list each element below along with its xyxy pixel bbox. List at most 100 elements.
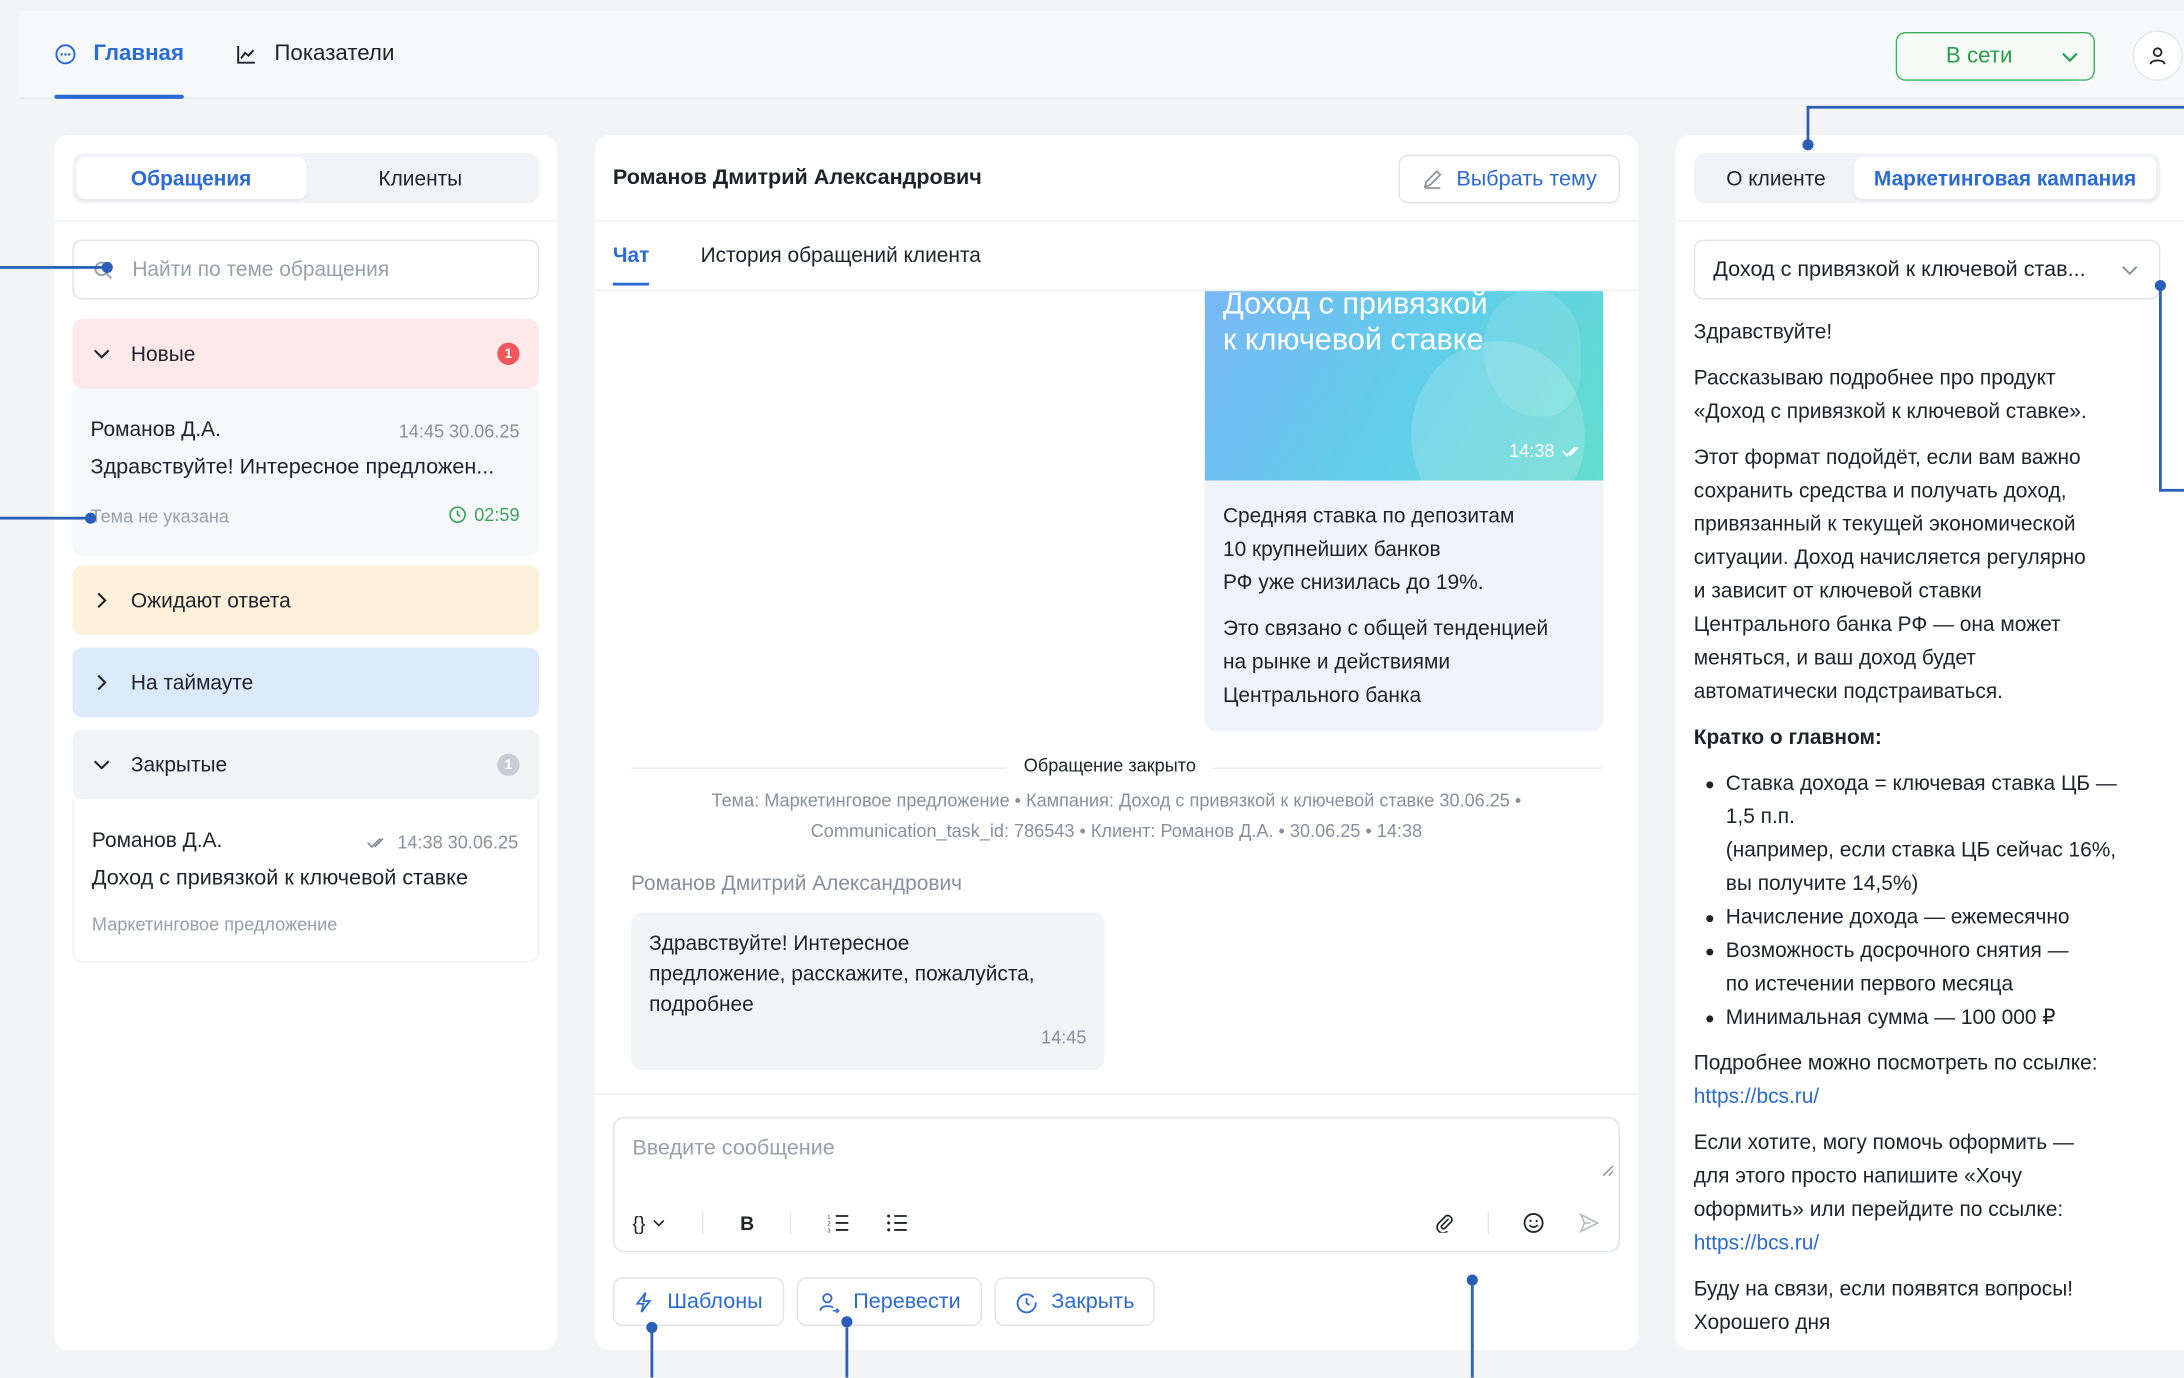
chat-messages[interactable]: Доход с привязкой к ключевой ставке 14:3… — [595, 291, 1638, 1085]
annotation-line — [0, 266, 109, 269]
choose-topic-button[interactable]: Выбрать тему — [1398, 154, 1620, 204]
user-profile-button[interactable] — [2132, 30, 2183, 81]
text-line: Центрального банка РФ — она может — [1693, 612, 2061, 637]
group-new[interactable]: Новые 1 — [72, 318, 540, 389]
user-transfer-icon — [818, 1292, 840, 1313]
response-timer: 02:59 — [449, 504, 520, 525]
variables-button[interactable]: {} — [632, 1212, 666, 1234]
bold-button[interactable]: B — [740, 1212, 754, 1234]
tab-client-history[interactable]: История обращений клиента — [701, 244, 981, 268]
tab-requests[interactable]: Обращения — [76, 157, 306, 200]
request-topic: Маркетинговое предложение — [91, 913, 338, 935]
app-stage: Главная Показатели В сети Обращения Клие… — [0, 0, 2184, 1378]
templates-button[interactable]: Шаблоны — [612, 1277, 784, 1327]
tab-clients[interactable]: Клиенты — [306, 157, 535, 199]
client-info-tabs: О клиенте Маркетинговая кампания — [1693, 153, 2161, 204]
tab-marketing-campaign[interactable]: Маркетинговая кампания — [1853, 157, 2157, 200]
send-icon[interactable] — [1578, 1212, 1600, 1234]
nav-tab-metrics-label: Показатели — [274, 41, 395, 66]
text-line: Этот формат подойдёт, если вам важно — [1693, 445, 2081, 470]
client-message-bubble: Здравствуйте! Интересное предложение, ра… — [630, 912, 1105, 1070]
text-line: по истечении первого месяца — [1725, 972, 2014, 996]
group-waiting-label: Ожидают ответа — [130, 588, 291, 613]
annotation-line — [0, 516, 92, 520]
promo-title: Доход с привязкой к ключевой ставке — [1223, 291, 1488, 358]
group-waiting[interactable]: Ожидают ответа — [72, 565, 540, 636]
client-name: Романов Д.А. — [90, 417, 221, 442]
list-item: Минимальная сумма — 100 000 ₽ — [1694, 1001, 2168, 1034]
script-summary-title: Кратко о главном: — [1694, 722, 2168, 755]
product-link[interactable]: https://bcs.ru/ — [1694, 1231, 1819, 1255]
tab-chat[interactable]: Чат — [612, 244, 650, 286]
request-card-new[interactable]: Романов Д.А. 14:45 30.06.25 Здравствуйте… — [72, 388, 540, 556]
promo-message-text: Средняя ставка по депозитам 10 крупнейши… — [1204, 480, 1604, 732]
lightning-icon — [635, 1291, 652, 1312]
message-composer[interactable]: Введите сообщение {} B 123 — [612, 1117, 1620, 1253]
request-time: 14:45 30.06.25 — [398, 420, 520, 442]
annotation-line — [1470, 1281, 1474, 1378]
campaign-script-text: Здравствуйте! Рассказываю подробнее про … — [1694, 316, 2168, 1352]
search-input[interactable]: Найти по теме обращения — [72, 239, 540, 300]
script-intro: Рассказываю подробнее про продукт «Доход… — [1694, 362, 2168, 429]
annotation-dot — [841, 1316, 853, 1328]
request-time: 14:38 30.06.25 — [367, 832, 518, 852]
list-item: Возможность досрочного снятия — по истеч… — [1694, 935, 2168, 1002]
divider — [54, 220, 558, 222]
text-line: Средняя ставка по депозитам — [1222, 504, 1515, 528]
campaign-select[interactable]: Доход с привязкой к ключевой став... — [1693, 239, 2161, 300]
divider — [594, 220, 1639, 222]
numbered-list-icon[interactable]: 123 — [828, 1213, 850, 1233]
transfer-button[interactable]: Перевести — [796, 1277, 982, 1327]
toolbar-separator — [702, 1211, 704, 1235]
text-line: Буду на связи, если появятся вопросы! — [1693, 1277, 2074, 1301]
text-line: меняться, и ваш доход будет — [1693, 646, 1976, 670]
list-item: Ставка дохода = ключевая ставка ЦБ — 1,5… — [1694, 767, 2168, 901]
message-input[interactable]: Введите сообщение — [632, 1137, 834, 1162]
annotation-line — [2158, 285, 2162, 492]
svg-text:3: 3 — [828, 1229, 831, 1233]
script-description: Этот формат подойдёт, если вам важно сох… — [1694, 442, 2168, 709]
chevron-down-icon — [93, 760, 110, 770]
product-link[interactable]: https://bcs.ru/ — [1694, 1085, 1819, 1109]
group-closed[interactable]: Закрытые 1 — [72, 729, 540, 800]
status-select[interactable]: В сети — [1895, 32, 2095, 81]
promo-title-line: Доход с привязкой — [1222, 291, 1488, 321]
summary-title: Кратко о главном: — [1693, 725, 1882, 750]
toolbar-separator — [790, 1211, 792, 1235]
nav-tab-home[interactable]: Главная — [54, 11, 185, 99]
variables-label: {} — [632, 1211, 646, 1235]
group-timeout[interactable]: На таймауте — [72, 647, 540, 718]
text-line: Если хотите, могу помочь оформить — — [1693, 1131, 2074, 1155]
promo-paragraph: Средняя ставка по депозитам 10 крупнейши… — [1223, 500, 1585, 600]
chevron-down-icon — [93, 349, 110, 359]
user-icon — [2149, 47, 2166, 65]
script-greeting: Здравствуйте! — [1693, 320, 1833, 345]
pencil-icon — [1423, 170, 1441, 189]
bullet-list-icon[interactable] — [887, 1213, 909, 1233]
group-new-label: Новые — [130, 341, 196, 366]
paperclip-icon[interactable] — [1435, 1213, 1455, 1233]
request-preview: Здравствуйте! Интересное предложен... — [90, 455, 495, 480]
client-info-panel: О клиенте Маркетинговая кампания Доход с… — [1675, 135, 2184, 1352]
double-check-icon — [367, 837, 385, 848]
close-request-button[interactable]: Закрыть — [994, 1277, 1156, 1327]
campaign-select-value: Доход с привязкой к ключевой став... — [1713, 256, 2086, 281]
text-line: сохранить средства и получать доход, — [1693, 479, 2067, 503]
nav-tab-metrics[interactable]: Показатели — [235, 11, 394, 97]
text-line: РФ уже снизилась до 19%. — [1222, 571, 1484, 595]
annotation-dot — [646, 1321, 658, 1334]
transfer-label: Перевести — [853, 1289, 961, 1313]
chevron-right-icon — [97, 674, 107, 691]
top-navigation: Главная Показатели В сети — [19, 11, 2184, 99]
emoji-icon[interactable] — [1522, 1212, 1544, 1234]
promo-title-line: к ключевой ставке — [1222, 321, 1484, 357]
resize-handle-icon[interactable] — [1600, 1163, 1614, 1177]
group-timeout-label: На таймауте — [130, 670, 254, 695]
request-card-closed[interactable]: Романов Д.А. 14:38 30.06.25 Доход с прив… — [72, 799, 540, 963]
list-item: Начисление дохода — ежемесячно — [1694, 901, 2168, 934]
search-placeholder: Найти по теме обращения — [132, 257, 390, 282]
svg-text:2: 2 — [828, 1222, 831, 1228]
annotation-dot — [84, 512, 97, 524]
toolbar-separator — [1487, 1211, 1490, 1235]
tab-about-client[interactable]: О клиенте — [1698, 157, 1854, 199]
